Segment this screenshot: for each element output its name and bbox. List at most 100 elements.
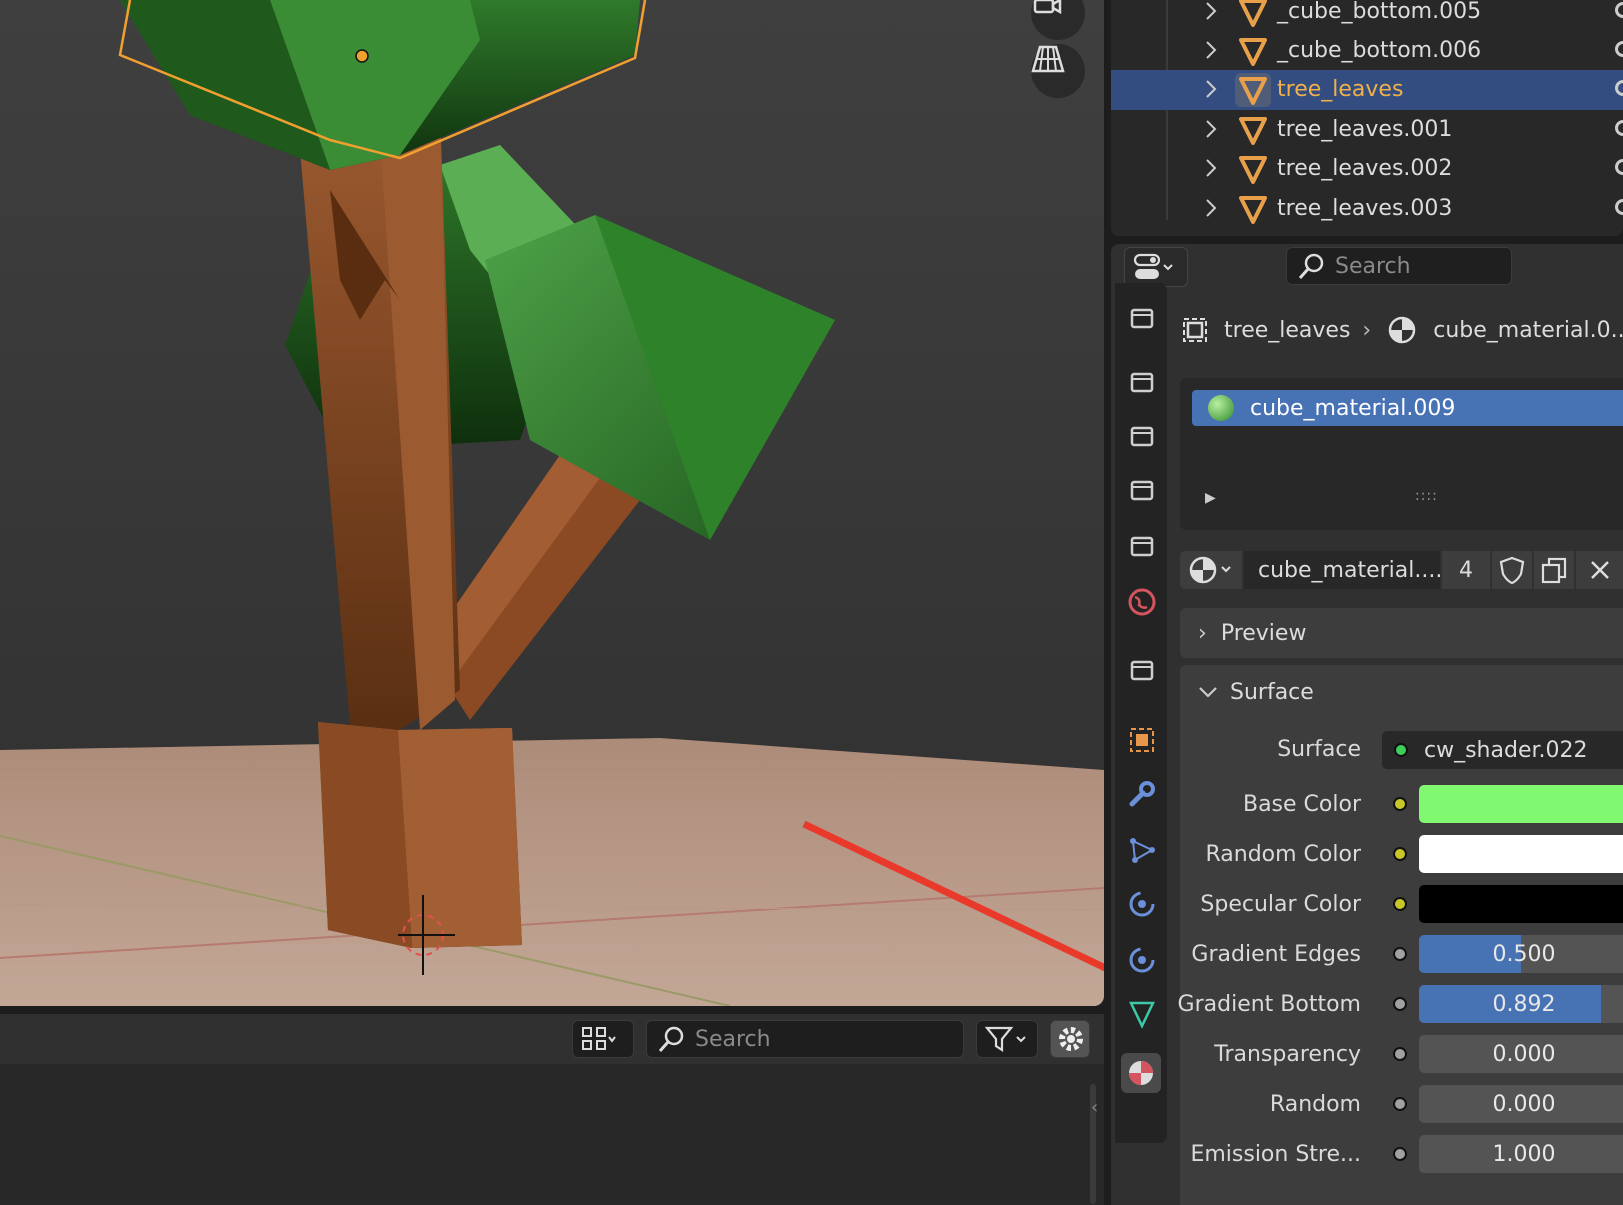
input-label: Specular Color	[1200, 892, 1361, 917]
input-socket-icon[interactable]	[1393, 797, 1407, 811]
color-swatch[interactable]	[1419, 785, 1623, 823]
outliner-row[interactable]: _cube_bottom.005	[1111, 0, 1623, 32]
value-slider[interactable]: 1.000	[1419, 1135, 1623, 1173]
chevron-right-icon: ›	[1198, 620, 1207, 646]
surface-label: Surface	[1277, 737, 1361, 762]
chevron-right-icon[interactable]	[1203, 37, 1219, 63]
outliner-row[interactable]: tree_leaves.002	[1111, 149, 1623, 189]
bottom-search-input[interactable]: Search	[646, 1020, 964, 1058]
input-socket-icon[interactable]	[1393, 1147, 1407, 1161]
chevron-right-icon[interactable]	[1203, 155, 1219, 181]
browse-material-button[interactable]	[1180, 551, 1242, 589]
world-icon[interactable]	[1127, 587, 1157, 617]
chevron-right-icon[interactable]	[1203, 116, 1219, 142]
slider-value: 0.000	[1492, 1092, 1556, 1117]
grid-icon[interactable]	[1031, 44, 1085, 98]
constraints-icon[interactable]	[1127, 945, 1157, 975]
slider-value: 0.000	[1492, 1042, 1556, 1067]
visibility-eye-icon[interactable]	[1615, 41, 1623, 57]
input-socket-icon[interactable]	[1393, 1097, 1407, 1111]
preview-label: Preview	[1220, 620, 1307, 646]
value-slider[interactable]: 0.500	[1419, 935, 1623, 973]
breadcrumb: tree_leaves › cube_material.0...	[1180, 312, 1623, 348]
input-label: Emission Stre...	[1190, 1142, 1361, 1167]
material-icon[interactable]	[1121, 1053, 1161, 1093]
properties-tab-bar[interactable]	[1115, 283, 1167, 1143]
duplicate-material-button[interactable]	[1534, 551, 1574, 589]
duplicate-icon	[1541, 557, 1567, 584]
display-mode-dropdown[interactable]	[572, 1020, 634, 1058]
bottom-editor-header: Search	[0, 1014, 1104, 1064]
grid-view-icon	[582, 1027, 616, 1050]
user-count-button[interactable]: 4	[1442, 551, 1490, 589]
visibility-eye-icon[interactable]	[1615, 199, 1623, 215]
fake-user-button[interactable]	[1492, 551, 1532, 589]
mesh-object-icon	[1235, 192, 1271, 226]
chevron-right-icon[interactable]	[1203, 195, 1219, 221]
visibility-eye-icon[interactable]	[1615, 2, 1623, 18]
scene-icon[interactable]	[1127, 531, 1157, 561]
chevron-right-icon[interactable]	[1203, 0, 1219, 24]
outliner-row[interactable]: tree_leaves.001	[1111, 110, 1623, 150]
visibility-eye-icon[interactable]	[1615, 159, 1623, 175]
search-icon	[658, 1026, 684, 1052]
filter-icon	[985, 1026, 1026, 1053]
view-layer-icon[interactable]	[1127, 475, 1157, 505]
3d-viewport[interactable]	[0, 0, 1104, 1006]
material-icon	[1189, 556, 1231, 584]
properties-search-input[interactable]: Search	[1286, 247, 1512, 285]
value-slider[interactable]: 0.000	[1419, 1085, 1623, 1123]
editor-type-dropdown[interactable]	[1124, 247, 1188, 287]
collection-icon[interactable]	[1127, 655, 1157, 685]
input-socket-icon[interactable]	[1393, 947, 1407, 961]
particles-icon[interactable]	[1127, 835, 1157, 865]
chevron-right-icon[interactable]	[1203, 76, 1219, 102]
collapse-arrow-icon[interactable]: ‹	[1091, 1097, 1098, 1118]
input-socket-icon[interactable]	[1393, 847, 1407, 861]
input-socket-icon[interactable]	[1393, 897, 1407, 911]
object-icon[interactable]	[1127, 725, 1157, 755]
visibility-eye-icon[interactable]	[1615, 120, 1623, 136]
outliner-item-name: tree_leaves.002	[1277, 156, 1453, 181]
material-slot-list[interactable]: cube_material.009 ▶ ::::	[1180, 378, 1623, 530]
resize-handle-icon[interactable]: ::::	[1415, 488, 1438, 504]
output-icon[interactable]	[1127, 421, 1157, 451]
outliner-item-name: tree_leaves	[1277, 77, 1404, 102]
value-slider[interactable]: 0.000	[1419, 1035, 1623, 1073]
breadcrumb-material: cube_material.0...	[1433, 317, 1623, 343]
input-label: Transparency	[1214, 1042, 1361, 1067]
input-socket-icon[interactable]	[1393, 997, 1407, 1011]
filter-dropdown[interactable]	[976, 1020, 1038, 1058]
unlink-material-button[interactable]	[1576, 551, 1623, 589]
modifier-icon[interactable]	[1127, 779, 1157, 809]
render-icon[interactable]	[1127, 367, 1157, 397]
close-icon	[1590, 561, 1609, 579]
preview-panel-header[interactable]: › Preview	[1180, 608, 1623, 658]
material-slot-name: cube_material.009	[1250, 395, 1456, 421]
expand-triangle-icon[interactable]: ▶	[1205, 490, 1216, 506]
breadcrumb-object: tree_leaves	[1224, 317, 1351, 343]
physics-icon[interactable]	[1127, 889, 1157, 919]
outliner-row[interactable]: _cube_bottom.006	[1111, 31, 1623, 71]
input-label: Gradient Edges	[1191, 942, 1361, 967]
breadcrumb-separator-icon: ›	[1362, 317, 1372, 343]
surface-panel-header[interactable]: Surface	[1198, 674, 1314, 710]
outliner-row[interactable]: tree_leaves.003	[1111, 189, 1623, 229]
tool-icon[interactable]	[1127, 303, 1157, 333]
visibility-eye-icon[interactable]	[1615, 80, 1623, 96]
outliner-row[interactable]: tree_leaves	[1111, 70, 1623, 110]
outliner[interactable]: _cube_bottom.005 _cube_bottom.006 tree_lea…	[1111, 0, 1623, 236]
material-name-field[interactable]: cube_material....	[1244, 551, 1442, 589]
surface-shader-selector[interactable]: cw_shader.022	[1382, 731, 1623, 769]
surface-shader-name: cw_shader.022	[1424, 737, 1588, 763]
data-icon[interactable]	[1127, 999, 1157, 1029]
slider-value: 0.892	[1492, 992, 1556, 1017]
input-socket-icon[interactable]	[1393, 1047, 1407, 1061]
color-swatch[interactable]	[1419, 835, 1623, 873]
shield-icon	[1499, 556, 1525, 584]
outliner-item-name: tree_leaves.001	[1277, 117, 1453, 142]
color-swatch[interactable]	[1419, 885, 1623, 923]
value-slider[interactable]: 0.892	[1419, 985, 1623, 1023]
settings-button[interactable]	[1050, 1020, 1090, 1058]
material-slot-item[interactable]: cube_material.009	[1192, 390, 1623, 426]
